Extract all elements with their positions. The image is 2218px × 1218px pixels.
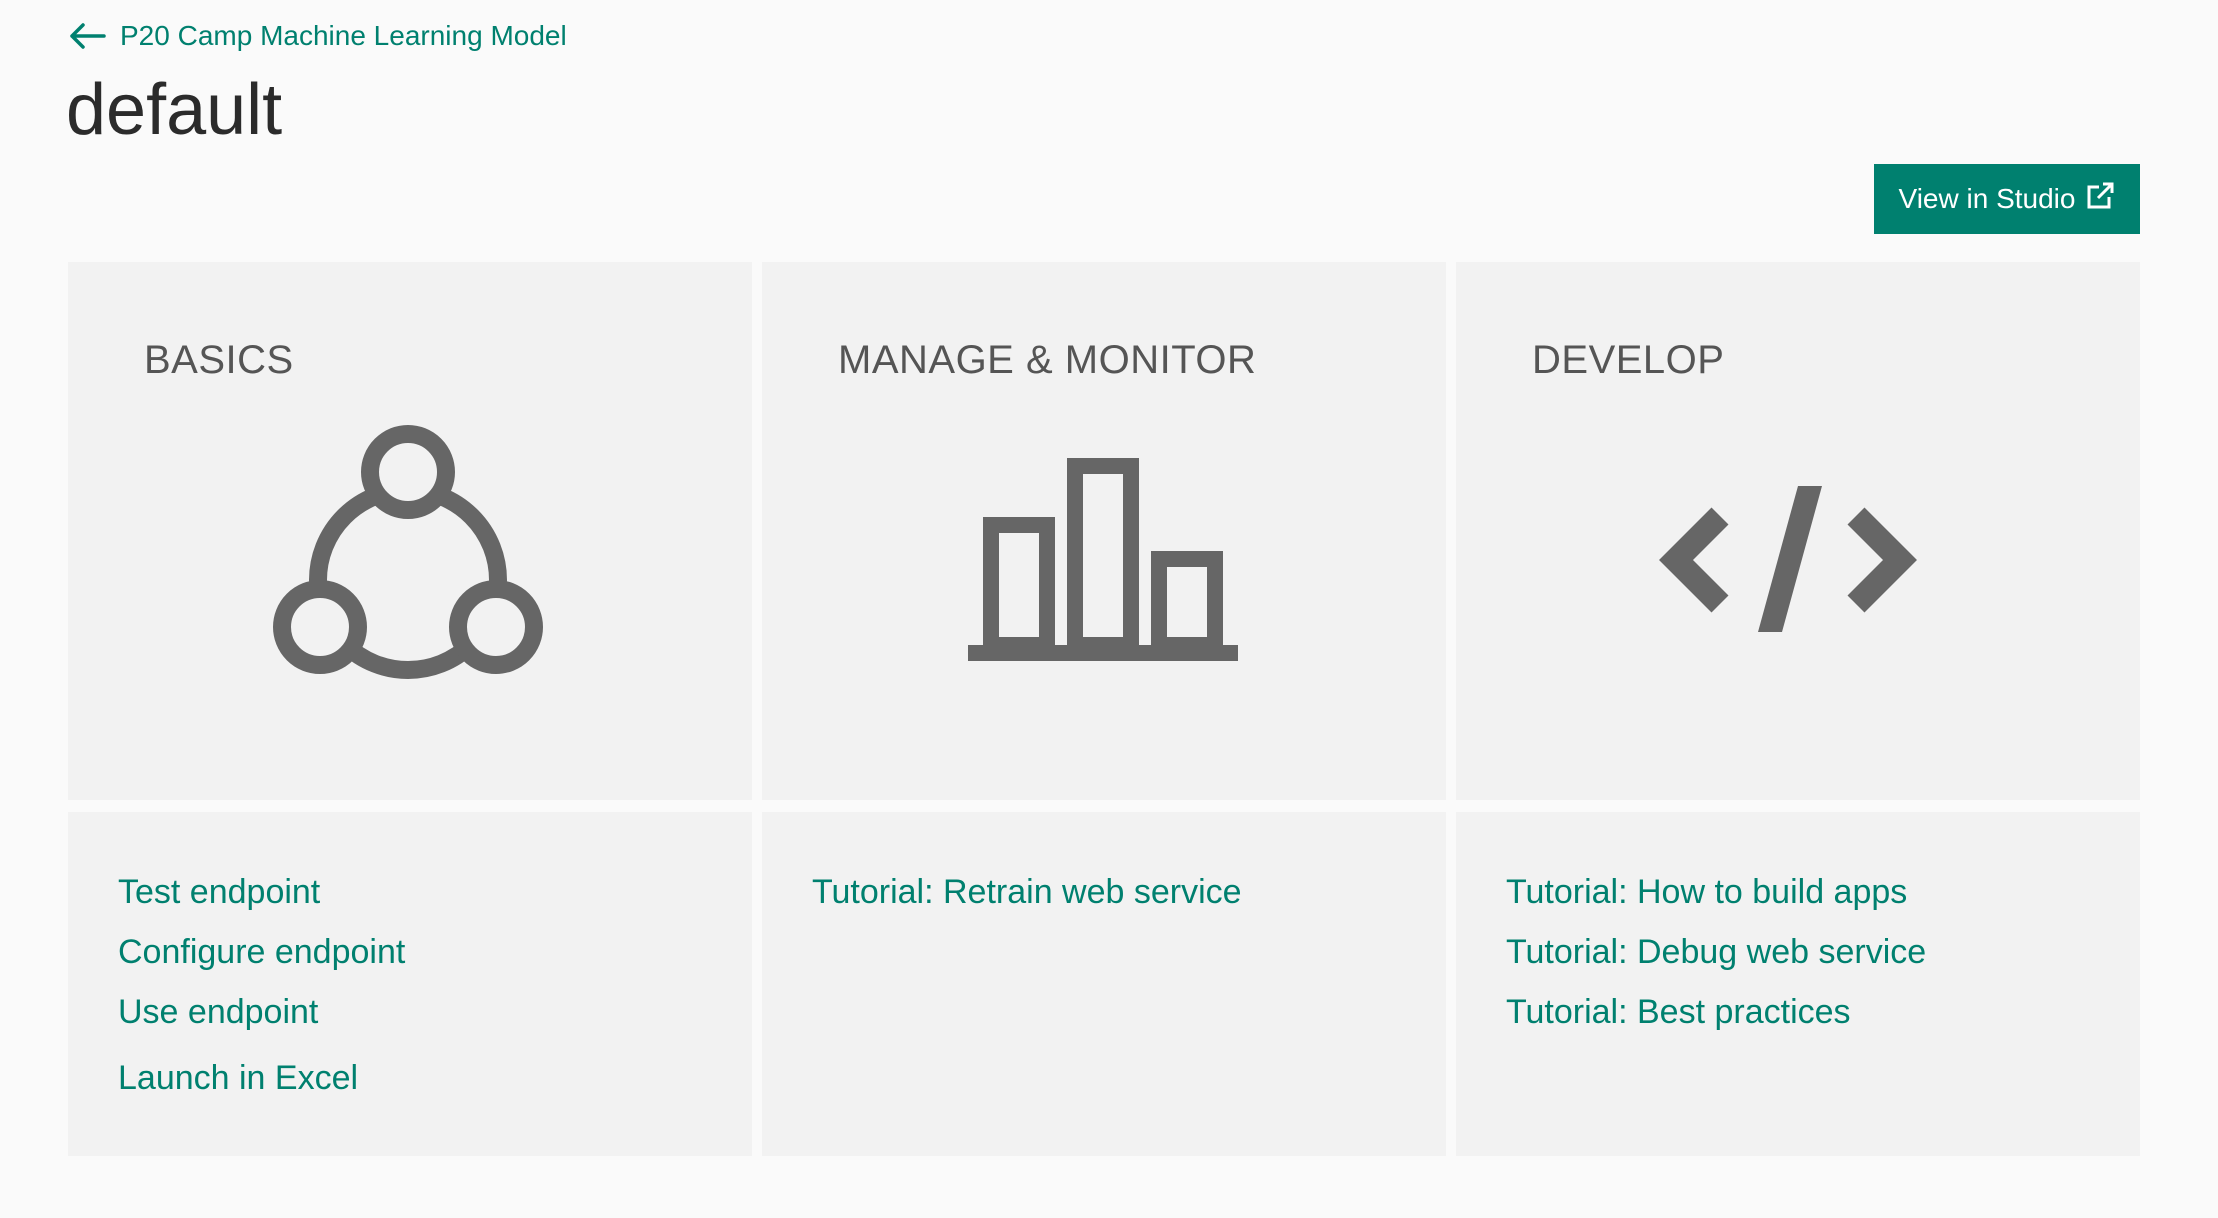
build-apps-tutorial-link[interactable]: Tutorial: How to build apps bbox=[1506, 862, 1926, 922]
manage-monitor-heading: MANAGE & MONITOR bbox=[838, 338, 1257, 382]
use-endpoint-link[interactable]: Use endpoint bbox=[118, 982, 405, 1042]
code-icon bbox=[1659, 486, 1917, 632]
basics-heading: BASICS bbox=[144, 338, 294, 382]
develop-tile[interactable]: DEVELOP bbox=[1456, 262, 2140, 800]
network-icon bbox=[273, 425, 543, 679]
view-in-studio-button[interactable]: View in Studio bbox=[1874, 164, 2140, 234]
view-in-studio-label: View in Studio bbox=[1898, 183, 2076, 214]
configure-endpoint-link[interactable]: Configure endpoint bbox=[118, 922, 405, 982]
basics-tile[interactable]: BASICS bbox=[68, 262, 752, 800]
develop-heading: DEVELOP bbox=[1532, 338, 1725, 382]
basics-links-panel: Test endpoint Configure endpoint Use end… bbox=[68, 812, 752, 1156]
page-title: default bbox=[66, 70, 283, 150]
test-endpoint-link[interactable]: Test endpoint bbox=[118, 862, 405, 922]
bar-chart-icon bbox=[968, 458, 1238, 661]
back-link-label: P20 Camp Machine Learning Model bbox=[120, 20, 567, 51]
debug-web-service-tutorial-link[interactable]: Tutorial: Debug web service bbox=[1506, 922, 1926, 982]
back-link[interactable]: P20 Camp Machine Learning Model bbox=[68, 20, 567, 52]
best-practices-tutorial-link[interactable]: Tutorial: Best practices bbox=[1506, 982, 1926, 1042]
arrow-left-icon bbox=[70, 23, 106, 49]
external-link-icon bbox=[2087, 182, 2114, 209]
retrain-web-service-link[interactable]: Tutorial: Retrain web service bbox=[812, 862, 1242, 922]
develop-links-panel: Tutorial: How to build apps Tutorial: De… bbox=[1456, 812, 2140, 1156]
manage-monitor-links-panel: Tutorial: Retrain web service bbox=[762, 812, 1446, 1156]
manage-monitor-tile[interactable]: MANAGE & MONITOR bbox=[762, 262, 1446, 800]
launch-in-excel-link[interactable]: Launch in Excel bbox=[118, 1048, 405, 1108]
